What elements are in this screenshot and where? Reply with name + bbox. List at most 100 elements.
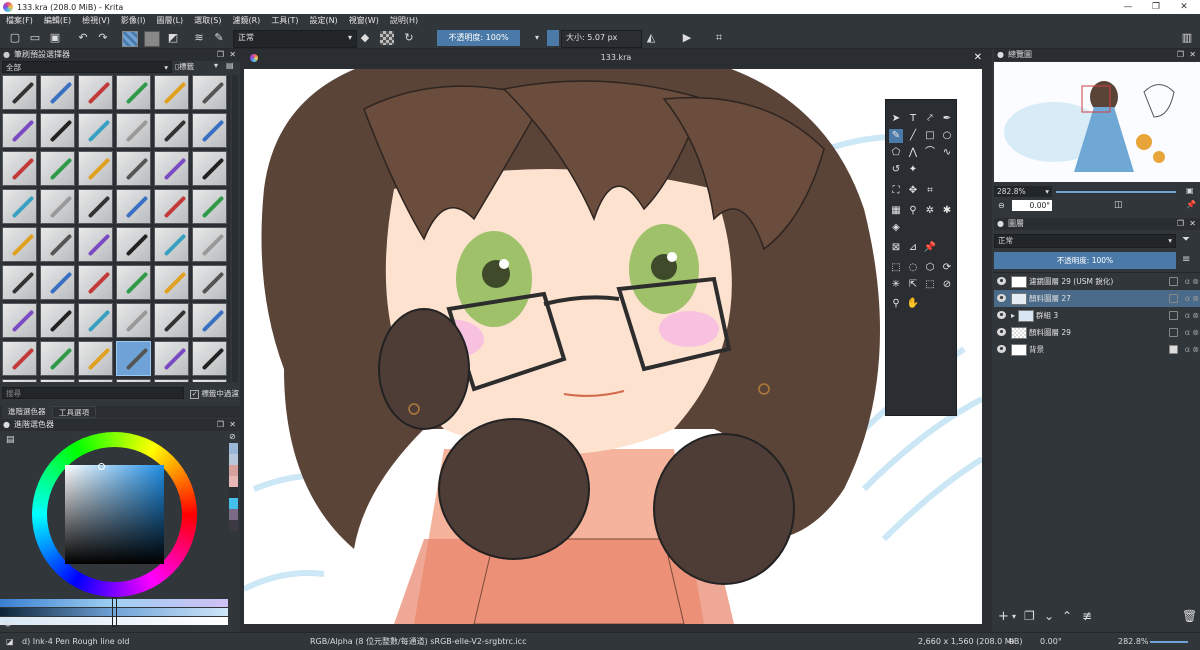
text-tool-icon[interactable]: T [906,112,920,126]
close-overview-icon[interactable]: ✕ [1189,49,1196,61]
brush-preset-tile[interactable] [78,113,113,148]
delete-layer-icon[interactable]: 🗑 [1182,609,1197,623]
color-slider-handle[interactable] [112,597,117,627]
menu-filter[interactable]: 濾鏡(R) [227,15,266,26]
brush-preset-tile[interactable] [116,113,151,148]
document-tab[interactable]: 133.kra ✕ [240,49,992,67]
brush-preset-tile[interactable] [2,113,37,148]
similar-select-tool-icon[interactable]: ⇱ [906,278,920,292]
layer-blend-mode-combo[interactable]: 正常 ▾ [994,234,1176,248]
clear-history-icon[interactable]: ⊘ [229,432,236,441]
bezier-tool-icon[interactable]: ⌒ [923,146,937,160]
menu-edit[interactable]: 編輯(E) [38,15,76,26]
menu-settings[interactable]: 設定(N) [303,15,342,26]
brush-preset-tile[interactable] [154,113,189,148]
pin-icon[interactable]: 📌 [1186,200,1196,209]
close-color-panel-icon[interactable]: ✕ [229,419,236,431]
layer-row[interactable]: 顏料圖層 29 α ⊗ [994,324,1200,341]
pattern-swatch-icon[interactable] [122,31,138,47]
fg-bg-color-icon[interactable]: ◩ [166,31,180,45]
inherit-alpha-icon[interactable]: ⊗ [1192,341,1199,358]
brush-preset-tile[interactable] [78,75,113,110]
canvas-horizontal-scrollbar[interactable] [244,625,982,631]
close-panel-icon[interactable]: ✕ [229,49,236,61]
float-layers-icon[interactable]: ❐ [1177,218,1184,230]
brush-preset-tile[interactable] [154,265,189,300]
ellipse-select-tool-icon[interactable]: ◌ [906,261,920,275]
brush-preset-tile[interactable] [2,75,37,110]
brush-preset-tile[interactable] [40,189,75,224]
gradient-tool-icon[interactable]: ▦ [889,204,903,218]
menu-help[interactable]: 說明(H) [384,15,423,26]
freehand-path-tool-icon[interactable]: ∿ [940,146,954,160]
brush-preset-tile[interactable] [116,75,151,110]
tab-advanced-color[interactable]: 進階選色器 [2,406,52,418]
smart-patch-tool-icon[interactable]: ✱ [940,204,954,218]
brush-preset-tile[interactable] [116,379,151,382]
minimize-button[interactable]: — [1114,0,1142,14]
rect-select-tool-icon[interactable]: ⬚ [889,261,903,275]
brush-preset-tile[interactable] [2,151,37,186]
mirror-view-icon[interactable]: ◫ [1114,200,1123,210]
visibility-eye-icon[interactable] [997,277,1006,285]
inherit-alpha-icon[interactable]: ⊗ [1192,273,1199,290]
move-layer-up-icon[interactable]: ⌃ [1062,609,1072,623]
brush-preset-tile[interactable] [192,189,227,224]
alpha-lock-icon[interactable]: α [1185,324,1190,341]
brush-preset-tile[interactable] [154,303,189,338]
overview-zoom-combo[interactable]: 282.8% ▾ [994,186,1052,197]
alpha-lock-icon[interactable]: α [1185,290,1190,307]
alpha-lock-icon[interactable]: α [1185,307,1190,324]
zoom-tool-icon[interactable]: ⚲ [889,297,903,311]
new-document-icon[interactable]: ▢ [8,31,22,45]
brush-preset-tile[interactable] [40,341,75,376]
workspace-icon[interactable]: ▥ [1180,31,1194,45]
brush-preset-tile[interactable] [2,265,37,300]
calligraphy-tool-icon[interactable]: ✒ [940,112,954,126]
brush-preset-tile[interactable] [40,113,75,148]
status-rotation[interactable]: 0.00° [1040,633,1062,650]
float-panel-icon[interactable]: ❐ [217,49,224,61]
brush-opacity-slider[interactable]: 不透明度: 100% [437,30,520,46]
refresh-icon[interactable]: ↻ [4,620,12,630]
save-document-icon[interactable]: ▣ [48,31,62,45]
visibility-eye-icon[interactable] [997,294,1006,302]
brush-preset-tile[interactable] [192,75,227,110]
brush-preset-tile[interactable] [116,189,151,224]
eraser-mode-icon[interactable]: ◆ [358,31,372,45]
canvas-vertical-scrollbar[interactable] [982,69,990,624]
layer-lock-icon[interactable] [1169,277,1178,286]
brush-search-input[interactable]: 搜尋 [2,387,184,399]
brush-preset-tile[interactable] [154,75,189,110]
layer-lock-icon[interactable] [1169,328,1178,337]
inherit-alpha-icon[interactable]: ⊗ [1192,324,1199,341]
brush-preset-tile[interactable] [116,151,151,186]
fill-tool-icon[interactable]: ◈ [889,221,903,235]
brush-size-field[interactable]: 大小: 5.07 px [561,30,642,48]
color-picker-handle[interactable] [98,463,105,470]
opacity-dropdown-icon[interactable]: ▾ [530,31,544,45]
layer-lock-icon[interactable] [1169,345,1178,354]
drawing-canvas[interactable] [244,69,982,624]
menu-layer[interactable]: 圖層(L) [150,15,188,26]
brush-preset-tile[interactable] [154,189,189,224]
brush-preset-tile[interactable] [78,265,113,300]
brush-grid-scrollbar[interactable] [232,75,238,382]
brush-preset-tile[interactable] [2,379,37,382]
reference-images-tool-icon[interactable]: 📌 [923,241,937,255]
layer-properties-icon[interactable]: ≢ [1082,609,1092,623]
color-settings-icon[interactable]: ▤ [6,435,15,445]
filter-in-tag-checkbox[interactable]: ✓ 標籤中過濾 [190,388,240,400]
move-tool-icon[interactable]: ✥ [906,184,920,198]
brush-preset-tile[interactable] [40,265,75,300]
brush-preset-tile[interactable] [40,379,75,382]
brush-preset-tile[interactable] [78,303,113,338]
layer-row[interactable]: ▸ 群組 3 α ⊗ [994,307,1200,324]
brush-preset-tile[interactable] [78,227,113,262]
brush-preset-tile[interactable] [192,227,227,262]
menu-window[interactable]: 視窗(W) [343,15,384,26]
crop-tool-icon[interactable]: ⌗ [923,184,937,198]
polygon-select-tool-icon[interactable]: ⬡ [923,261,937,275]
mirror-horizontal-icon[interactable]: ◭ [644,31,658,45]
brush-preset-tile[interactable] [2,189,37,224]
